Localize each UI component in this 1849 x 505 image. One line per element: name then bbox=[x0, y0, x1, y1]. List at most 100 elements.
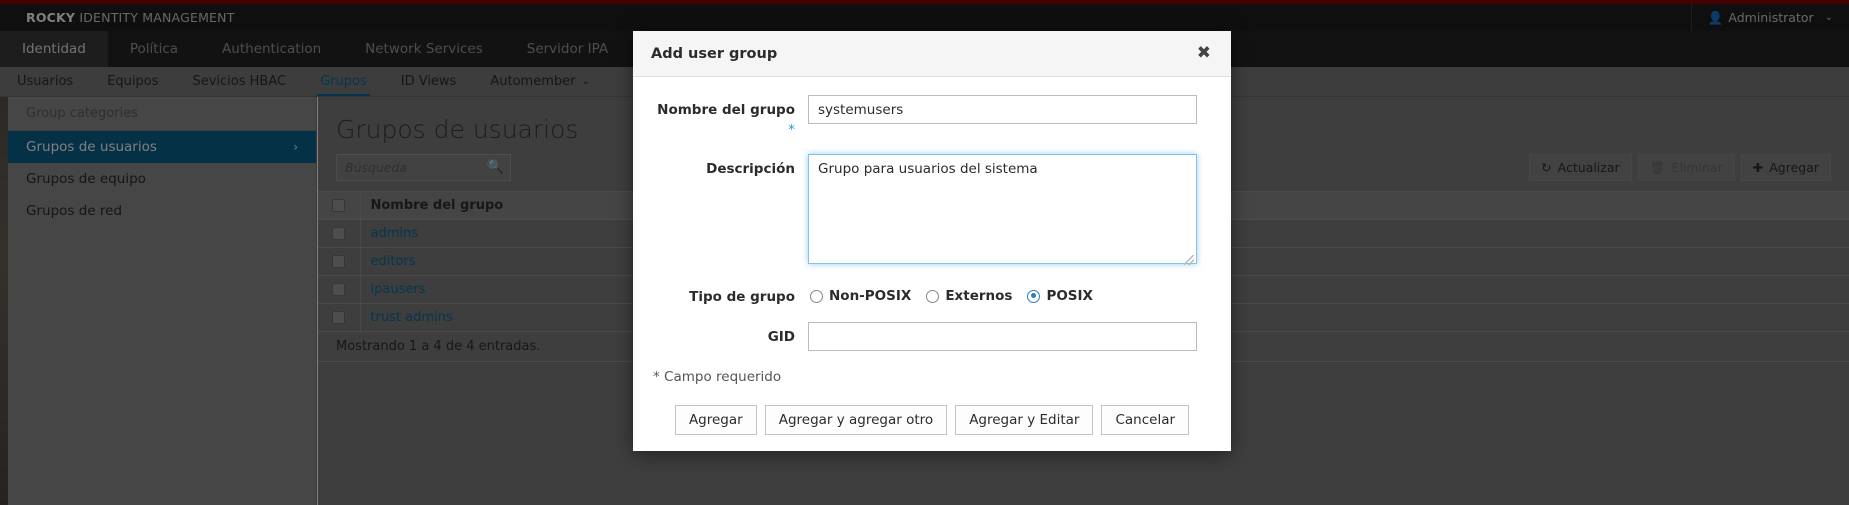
required-field-note: * Campo requerido bbox=[653, 368, 782, 385]
radio-icon bbox=[810, 289, 823, 303]
desktop-edge-strip bbox=[0, 97, 8, 505]
subnav-label: Grupos bbox=[320, 74, 367, 89]
radio-externos[interactable]: Externos bbox=[926, 288, 1012, 304]
subnav-label: Automember bbox=[490, 74, 576, 89]
sidebar-item-label: Grupos de equipo bbox=[26, 171, 146, 187]
group-name-label: Nombre del grupo * bbox=[651, 95, 808, 140]
sidebar-item-grupos-de-red[interactable]: Grupos de red bbox=[8, 195, 316, 227]
sidebar-item-grupos-de-equipo[interactable]: Grupos de equipo bbox=[8, 163, 316, 195]
add-user-group-dialog: Add user group ✖ Nombre del grupo * Desc… bbox=[633, 31, 1231, 451]
select-all-cell bbox=[318, 191, 361, 220]
add-button[interactable]: ✚ Agregar bbox=[1740, 154, 1831, 181]
subnav-item-id-views[interactable]: ID Views bbox=[384, 67, 474, 96]
delete-button[interactable]: 🗑 Eliminar bbox=[1637, 154, 1735, 181]
row-select-cell bbox=[318, 275, 361, 304]
nav-label: Network Services bbox=[365, 41, 483, 57]
description-label: Descripción bbox=[706, 161, 795, 178]
nav-item-politica[interactable]: Política bbox=[108, 31, 200, 67]
subnav-label: ID Views bbox=[400, 74, 457, 89]
group-name-label-text: Nombre del grupo bbox=[657, 102, 795, 118]
search-icon[interactable]: 🔍 bbox=[487, 159, 504, 175]
user-icon: 👤 bbox=[1707, 9, 1724, 25]
user-menu-label: Administrator bbox=[1728, 10, 1814, 25]
subnav-label: Usuarios bbox=[17, 74, 74, 89]
nav-label: Servidor IPA bbox=[526, 41, 609, 57]
field-row-description: Descripción bbox=[651, 154, 1213, 268]
chevron-down-icon: ⌄ bbox=[1824, 12, 1833, 23]
close-icon[interactable]: ✖ bbox=[1195, 45, 1213, 62]
delete-button-label: Eliminar bbox=[1671, 160, 1723, 175]
row-checkbox[interactable] bbox=[332, 283, 345, 296]
row-checkbox[interactable] bbox=[332, 227, 345, 240]
sidebar: Group categories Grupos de usuarios › Gr… bbox=[8, 97, 317, 505]
dialog-add-and-add-another-button[interactable]: Agregar y agregar otro bbox=[764, 404, 948, 435]
refresh-button-label: Actualizar bbox=[1557, 160, 1620, 175]
field-row-gid: GID bbox=[651, 321, 1213, 351]
brand-bar: ROCKY IDENTITY MANAGEMENT 👤 Administrato… bbox=[0, 4, 1849, 31]
sidebar-item-grupos-de-usuarios[interactable]: Grupos de usuarios › bbox=[8, 131, 316, 163]
radio-selected-icon bbox=[1027, 289, 1041, 303]
nav-item-identidad[interactable]: Identidad bbox=[0, 31, 108, 67]
subnav-item-equipos[interactable]: Equipos bbox=[90, 67, 175, 96]
subnav-item-automember[interactable]: Automember ⌄ bbox=[473, 67, 607, 96]
nav-label: Política bbox=[129, 41, 179, 57]
chevron-right-icon: › bbox=[293, 140, 298, 154]
radio-icon bbox=[926, 289, 940, 303]
subnav-item-sevicios-hbac[interactable]: Sevicios HBAC bbox=[175, 67, 303, 96]
dialog-add-button[interactable]: Agregar bbox=[674, 404, 757, 435]
subnav-item-usuarios[interactable]: Usuarios bbox=[0, 67, 90, 96]
refresh-button[interactable]: ↻ Actualizar bbox=[1529, 154, 1632, 181]
search-input[interactable] bbox=[336, 154, 511, 181]
group-link[interactable]: admins bbox=[371, 226, 419, 241]
user-menu[interactable]: 👤 Administrator ⌄ bbox=[1690, 4, 1849, 31]
field-row-group-name: Nombre del grupo * bbox=[651, 95, 1213, 140]
row-select-cell bbox=[318, 247, 361, 276]
group-type-label: Tipo de grupo bbox=[689, 289, 795, 306]
select-all-checkbox[interactable] bbox=[332, 199, 345, 212]
dialog-header: Add user group ✖ bbox=[633, 31, 1231, 77]
required-asterisk: * bbox=[788, 121, 795, 138]
nav-item-servidor-ipa[interactable]: Servidor IPA bbox=[505, 31, 630, 67]
nav-label: Authentication bbox=[222, 41, 322, 57]
search-box: 🔍 bbox=[336, 154, 511, 181]
refresh-icon: ↻ bbox=[1541, 160, 1552, 175]
brand-bold: ROCKY bbox=[26, 10, 76, 25]
sidebar-item-label: Grupos de red bbox=[26, 203, 123, 219]
gid-input[interactable] bbox=[808, 321, 1197, 351]
row-select-cell bbox=[318, 303, 361, 332]
brand-rest: IDENTITY MANAGEMENT bbox=[75, 10, 235, 25]
row-checkbox[interactable] bbox=[332, 255, 345, 268]
dialog-footer: Agregar Agregar y agregar otro Agregar y… bbox=[633, 390, 1231, 451]
radio-label: POSIX bbox=[1046, 288, 1093, 305]
dialog-cancel-button[interactable]: Cancelar bbox=[1101, 404, 1190, 435]
group-link[interactable]: ipausers bbox=[371, 282, 426, 297]
row-select-cell bbox=[318, 219, 361, 248]
nav-item-network-services[interactable]: Network Services bbox=[343, 31, 505, 67]
dialog-body: Nombre del grupo * Descripción Tipo de g bbox=[633, 77, 1231, 391]
subnav-label: Sevicios HBAC bbox=[192, 74, 287, 89]
gid-label: GID bbox=[767, 328, 795, 345]
row-checkbox[interactable] bbox=[332, 311, 345, 324]
subnav-item-grupos[interactable]: Grupos bbox=[303, 67, 384, 96]
sidebar-item-label: Grupos de usuarios bbox=[26, 139, 157, 155]
radio-posix[interactable]: POSIX bbox=[1027, 288, 1093, 304]
group-link[interactable]: trust admins bbox=[371, 310, 453, 325]
radio-label: Non-POSIX bbox=[829, 288, 912, 305]
nav-item-authentication[interactable]: Authentication bbox=[200, 31, 343, 67]
trash-icon: 🗑 bbox=[1649, 159, 1666, 175]
dialog-title: Add user group bbox=[651, 45, 778, 62]
nav-label: Identidad bbox=[22, 41, 86, 57]
group-type-radio-group: Non-POSIX Externos POSIX bbox=[810, 282, 1213, 304]
add-button-label: Agregar bbox=[1769, 160, 1819, 175]
chevron-down-icon: ⌄ bbox=[581, 76, 590, 87]
description-textarea[interactable] bbox=[808, 154, 1197, 265]
field-row-group-type: Tipo de grupo Non-POSIX Externos POSIX bbox=[651, 282, 1213, 308]
group-link[interactable]: editors bbox=[371, 254, 416, 269]
radio-non-posix[interactable]: Non-POSIX bbox=[810, 288, 911, 304]
action-buttons: ↻ Actualizar 🗑 Eliminar ✚ Agregar bbox=[1529, 154, 1831, 181]
subnav-label: Equipos bbox=[107, 74, 159, 89]
sidebar-category-heading: Group categories bbox=[8, 97, 316, 131]
resize-grip-icon[interactable] bbox=[1184, 255, 1194, 266]
dialog-add-and-edit-button[interactable]: Agregar y Editar bbox=[955, 404, 1094, 435]
group-name-input[interactable] bbox=[808, 95, 1197, 124]
